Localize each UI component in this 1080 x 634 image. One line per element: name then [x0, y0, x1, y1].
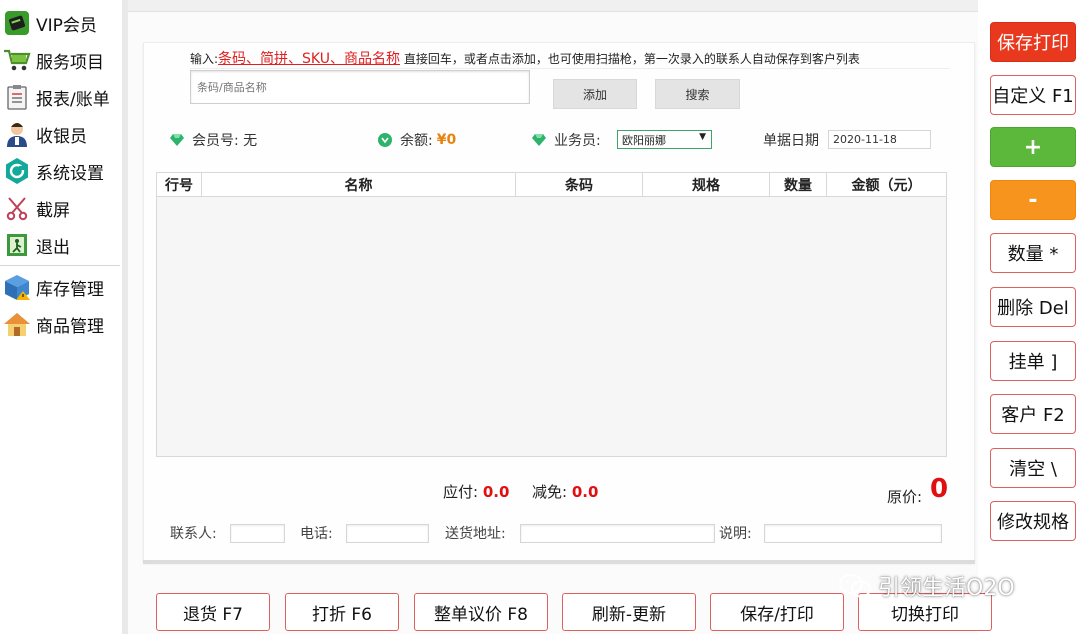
member-value: 无	[243, 133, 258, 149]
column-header[interactable]: 数量	[770, 173, 827, 197]
sidebar-item-inventory[interactable]: 库存管理	[2, 270, 120, 304]
sidebar-item-label: VIP会员	[36, 15, 97, 36]
sidebar-item-cashier[interactable]: 收银员	[2, 117, 120, 151]
date-info: 单据日期	[763, 130, 819, 150]
search-button[interactable]: 搜索	[655, 79, 740, 109]
cart-icon	[2, 46, 32, 74]
address-label: 送货地址:	[445, 526, 506, 542]
date-field[interactable]: 2020-11-18	[828, 130, 931, 149]
sidebar: VIP会员 服务项目 报表/账单 收银员 系统设置 截屏 退出 库存管理 商品管…	[0, 0, 122, 634]
sidebar-item-services[interactable]: 服务项目	[2, 43, 120, 77]
sidebar-item-vip[interactable]: VIP会员	[2, 6, 120, 40]
wechat-icon	[839, 574, 871, 598]
hint-keys: 条码、简拼、SKU、商品名称	[218, 51, 400, 67]
note-label: 说明:	[719, 526, 752, 542]
panel-shadow	[143, 560, 975, 564]
clear-button[interactable]: 清空 \	[990, 448, 1076, 488]
quantity-button[interactable]: 数量 *	[990, 233, 1076, 273]
phone-field[interactable]	[346, 524, 429, 543]
sidebar-item-label: 商品管理	[36, 316, 104, 337]
inventory-box-icon	[2, 273, 32, 301]
cashier-icon	[2, 120, 32, 148]
column-header[interactable]: 名称	[202, 173, 516, 197]
staff-info: 业务员:	[532, 130, 601, 150]
column-header[interactable]: 条码	[516, 173, 643, 197]
column-header[interactable]: 行号	[157, 173, 202, 197]
staff-selected-value: 欧阳丽娜	[622, 133, 666, 147]
hint-suffix: 直接回车，或者点击添加，也可使用扫描枪，第一次录入的联系人自动保存到客户列表	[400, 52, 860, 66]
address-field[interactable]	[520, 524, 715, 543]
entry-hint: 输入:条码、简拼、SKU、商品名称 直接回车，或者点击添加，也可使用扫描枪，第一…	[190, 48, 860, 68]
barcode-search-input[interactable]	[190, 70, 530, 104]
contact-field[interactable]	[230, 524, 285, 543]
member-label: 会员号:	[192, 133, 239, 149]
hint-divider	[190, 68, 950, 69]
phone-label: 电话:	[300, 526, 333, 542]
vip-card-icon	[2, 9, 32, 37]
payable-total: 应付: 0.0	[443, 481, 509, 502]
item-table: 行号 名称 条码 规格 数量 金额（元）	[156, 172, 947, 457]
watermark-text: 引领生活O2O	[878, 576, 1015, 601]
discount-total: 减免: 0.0	[532, 481, 598, 502]
balance-badge-icon	[378, 133, 392, 147]
sidebar-item-label: 库存管理	[36, 279, 104, 300]
original-price-value: 0	[930, 474, 949, 504]
diamond-icon	[170, 134, 184, 146]
sidebar-item-screenshot[interactable]: 截屏	[2, 191, 120, 225]
settings-icon	[2, 157, 32, 185]
hint-prefix: 输入:	[190, 52, 219, 66]
chevron-down-icon: ▼	[699, 132, 706, 142]
refresh-button[interactable]: 刷新-更新	[562, 593, 696, 631]
staff-select[interactable]: 欧阳丽娜 ▼	[617, 130, 712, 149]
date-label: 单据日期	[763, 133, 819, 149]
return-button[interactable]: 退货 F7	[156, 593, 270, 631]
sidebar-item-label: 截屏	[36, 200, 70, 221]
balance-info: 余额: ¥0	[378, 130, 456, 150]
sidebar-item-settings[interactable]: 系统设置	[2, 154, 120, 188]
home-icon	[2, 310, 32, 338]
clipboard-icon	[2, 83, 32, 111]
sidebar-item-products[interactable]: 商品管理	[2, 307, 120, 341]
sidebar-item-label: 服务项目	[36, 52, 104, 73]
sidebar-item-label: 退出	[36, 237, 70, 258]
work-area-top-bar	[128, 0, 978, 12]
column-header[interactable]: 金额（元）	[827, 173, 946, 197]
increase-button[interactable]: +	[990, 127, 1076, 167]
balance-value: ¥0	[436, 132, 457, 148]
sidebar-divider	[0, 265, 120, 266]
contact-label: 联系人:	[170, 526, 217, 542]
discount-button[interactable]: 打折 F6	[285, 593, 399, 631]
save-and-print-button[interactable]: 保存打印	[990, 22, 1076, 62]
sidebar-item-reports[interactable]: 报表/账单	[2, 80, 120, 114]
balance-label: 余额:	[400, 133, 433, 149]
scissors-icon	[2, 194, 32, 222]
discount-value: 0.0	[571, 483, 599, 501]
diamond-icon	[532, 134, 546, 146]
staff-label: 业务员:	[554, 133, 601, 149]
watermark: 引领生活O2O	[838, 570, 1015, 602]
customer-button[interactable]: 客户 F2	[990, 394, 1076, 434]
discount-label: 减免:	[532, 483, 568, 501]
payable-label: 应付:	[443, 483, 479, 501]
delete-button[interactable]: 删除 Del	[990, 287, 1076, 327]
exit-icon	[2, 231, 32, 259]
add-button[interactable]: 添加	[553, 79, 637, 109]
save-print-button[interactable]: 保存/打印	[710, 593, 844, 631]
sidebar-item-label: 收银员	[36, 126, 87, 147]
sidebar-item-label: 系统设置	[36, 163, 104, 184]
original-price-label: 原价:	[887, 488, 923, 506]
sidebar-item-label: 报表/账单	[36, 89, 110, 110]
hold-order-button[interactable]: 挂单 ]	[990, 341, 1076, 381]
edit-spec-button[interactable]: 修改规格	[990, 501, 1076, 541]
sidebar-item-exit[interactable]: 退出	[2, 228, 120, 262]
bargain-button[interactable]: 整单议价 F8	[414, 593, 548, 631]
member-info: 会员号: 无	[170, 130, 257, 150]
payable-value: 0.0	[482, 483, 510, 501]
note-field[interactable]	[764, 524, 942, 543]
column-header[interactable]: 规格	[643, 173, 770, 197]
decrease-button[interactable]: -	[990, 180, 1076, 220]
table-header: 行号 名称 条码 规格 数量 金额（元）	[157, 173, 946, 197]
custom-f1-button[interactable]: 自定义 F1	[990, 75, 1076, 115]
